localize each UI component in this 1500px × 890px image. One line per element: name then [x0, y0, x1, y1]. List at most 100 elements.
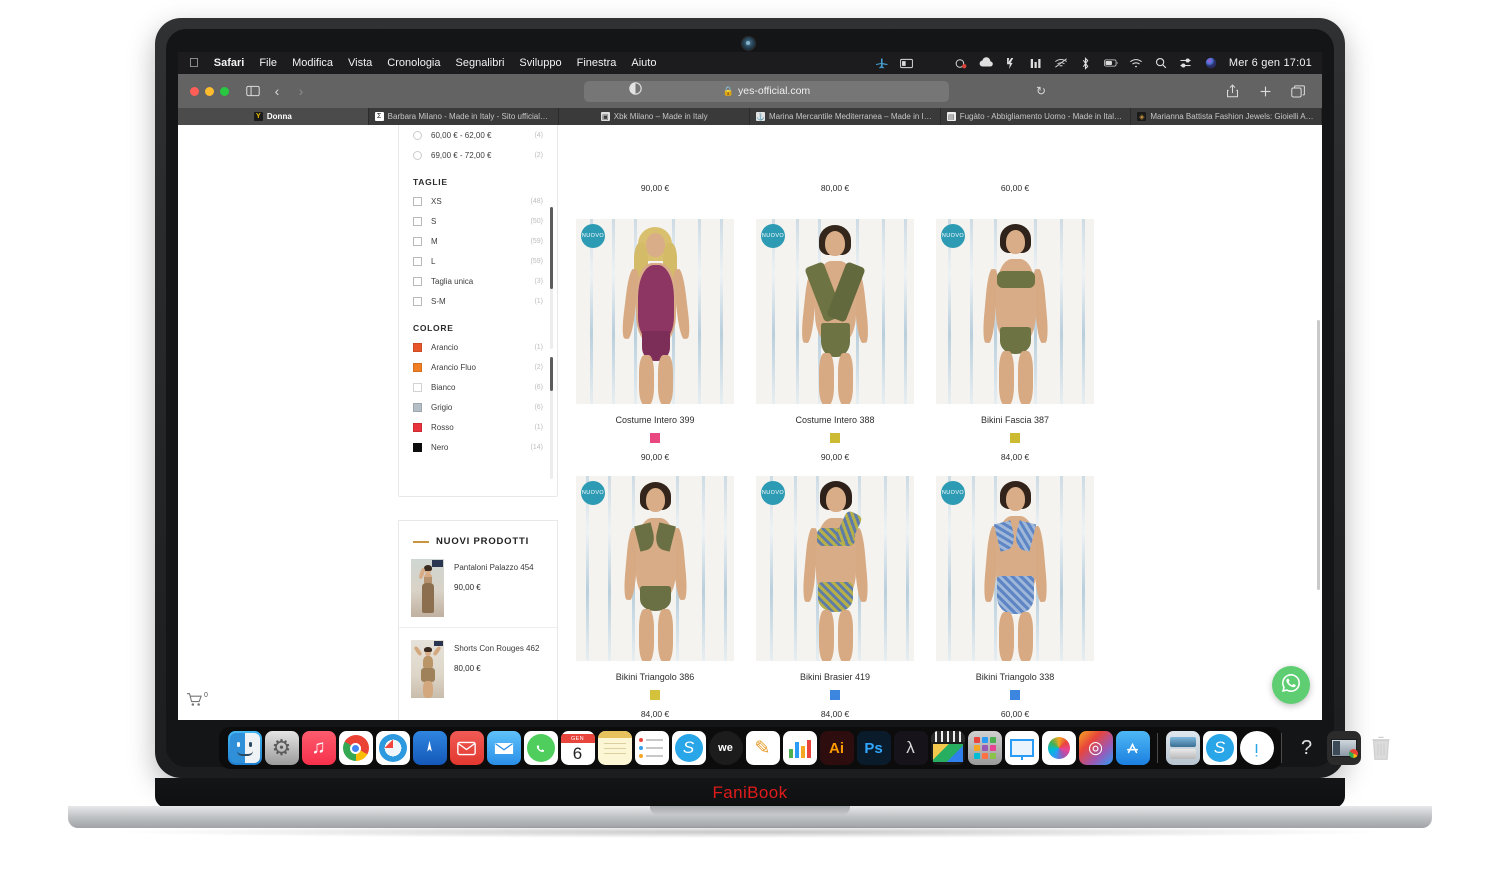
checkbox-icon[interactable] — [413, 216, 422, 226]
product-card[interactable]: 90,00 € — [576, 125, 734, 193]
product-name[interactable]: Costume Intero 388 — [756, 415, 914, 425]
product-name[interactable]: Bikini Triangolo 338 — [936, 672, 1094, 682]
dock-item-airmail[interactable] — [449, 731, 484, 765]
product-card-bikini-triangolo-338[interactable]: NUOVO Bikini Triangolo 338 60,00 € — [936, 476, 1094, 719]
price-filter-row[interactable]: 69,00 € - 72,00 € (2) — [413, 145, 543, 165]
color-swatch-icon[interactable] — [413, 342, 422, 352]
dock-item-safari[interactable] — [375, 731, 410, 765]
menu-item-cronologia[interactable]: Cronologia — [387, 57, 440, 69]
dock-item-final-cut[interactable] — [930, 731, 965, 765]
stats-icon[interactable] — [1029, 56, 1043, 70]
dropbox-icon[interactable] — [954, 56, 968, 70]
dock-item-skype[interactable]: S — [671, 731, 706, 765]
product-image[interactable]: NUOVO — [576, 476, 734, 661]
back-arrow-icon[interactable]: ‹ — [267, 81, 287, 101]
dock-item-reminders[interactable] — [634, 731, 669, 765]
minimize-window-button[interactable] — [205, 86, 214, 96]
menu-item-modifica[interactable]: Modifica — [292, 57, 333, 69]
product-card[interactable]: 60,00 € — [936, 125, 1094, 193]
dock-item-launchpad[interactable] — [967, 731, 1002, 765]
new-product-name[interactable]: Shorts Con Rouges 462 — [454, 644, 539, 653]
menu-item-safari[interactable]: Safari — [214, 57, 245, 69]
dock-item-screenshot-folder[interactable] — [1326, 731, 1361, 765]
dock-item-music[interactable]: ♫ — [301, 731, 336, 765]
new-product-name[interactable]: Pantaloni Palazzo 454 — [454, 563, 534, 572]
whatsapp-chat-button[interactable] — [1272, 666, 1310, 704]
control-center-icon[interactable] — [1179, 56, 1193, 70]
dock-item-app-store[interactable] — [1115, 731, 1150, 765]
product-color-swatch-icon[interactable] — [1010, 433, 1020, 443]
browser-tab-marianna-battista[interactable]: ◈ Marianna Battista Fashion Jewels: Gioi… — [1131, 108, 1322, 125]
browser-tab-marina-mercantile[interactable]: ⚓ Marina Mercantile Mediterranea – Made … — [750, 108, 941, 125]
zoom-window-button[interactable] — [220, 86, 229, 96]
sizes-scrollbar-thumb[interactable] — [550, 207, 553, 289]
dock-item-wacom[interactable]: ᴉ — [1239, 731, 1274, 765]
color-swatch-icon[interactable] — [413, 422, 422, 432]
product-image[interactable]: NUOVO — [936, 476, 1094, 661]
product-color-swatch-icon[interactable] — [830, 690, 840, 700]
dock-item-system-preferences[interactable]: ⚙ — [264, 731, 299, 765]
dock-item-skype-2[interactable]: S — [1202, 731, 1237, 765]
battery-icon[interactable] — [1103, 56, 1118, 70]
size-filter-s-m[interactable]: S-M (1) — [413, 291, 543, 311]
color-swatch-icon[interactable] — [413, 402, 422, 412]
color-swatch-icon[interactable] — [413, 382, 422, 392]
color-filter-arancio-fluo[interactable]: Arancio Fluo (2) — [413, 357, 543, 377]
size-filter-s[interactable]: S (50) — [413, 211, 543, 231]
browser-tab-fugato[interactable]: ▤ Fugàto - Abbigliamento Uomo - Made in … — [941, 108, 1132, 125]
dock-item-trash[interactable] — [1364, 731, 1398, 765]
product-image[interactable]: NUOVO — [576, 219, 734, 404]
dock-item-photoshop[interactable]: Ps — [856, 731, 891, 765]
dock-item-help[interactable]: ? — [1290, 731, 1324, 765]
cloud-icon[interactable] — [979, 56, 993, 70]
color-filter-grigio[interactable]: Grigio (6) — [413, 397, 543, 417]
menu-item-vista[interactable]: Vista — [348, 57, 372, 69]
shopping-cart-icon[interactable] — [186, 692, 203, 712]
share-icon[interactable] — [1222, 81, 1242, 101]
menu-item-finestra[interactable]: Finestra — [577, 57, 617, 69]
dock-item-spark-mail[interactable] — [412, 731, 447, 765]
dock-item-mail[interactable] — [486, 731, 521, 765]
product-name[interactable]: Bikini Brasier 419 — [756, 672, 914, 682]
checkbox-icon[interactable] — [413, 256, 422, 266]
size-filter-taglia-unica[interactable]: Taglia unica (3) — [413, 271, 543, 291]
dock-item-pages[interactable]: ✎ — [745, 731, 780, 765]
product-color-swatch-icon[interactable] — [830, 433, 840, 443]
product-card-costume-intero-388[interactable]: NUOVO Costume Intero 388 90,00 € — [756, 219, 914, 462]
dock-item-illustrator[interactable]: Ai — [819, 731, 854, 765]
size-filter-l[interactable]: L (59) — [413, 251, 543, 271]
menu-item-aiuto[interactable]: Aiuto — [631, 57, 656, 69]
product-card-bikini-triangolo-386[interactable]: NUOVO Bikini Triangolo 386 84,00 € — [576, 476, 734, 719]
checkbox-icon[interactable] — [413, 296, 422, 306]
dock-item-numbers[interactable] — [782, 731, 817, 765]
sidebar-icon[interactable] — [243, 81, 263, 101]
forward-arrow-icon[interactable]: › — [291, 81, 311, 101]
browser-tab-barbara-milano[interactable]: Σ Barbara Milano - Made in Italy - Sito … — [369, 108, 560, 125]
checkbox-icon[interactable] — [413, 276, 422, 286]
dock-item-notes[interactable] — [597, 731, 632, 765]
size-filter-xs[interactable]: XS (48) — [413, 191, 543, 211]
dock-item-whatsapp[interactable] — [523, 731, 558, 765]
product-color-swatch-icon[interactable] — [650, 690, 660, 700]
radio-icon[interactable] — [413, 130, 422, 140]
bluetooth-icon[interactable] — [1079, 56, 1093, 70]
colors-scrollbar-thumb[interactable] — [550, 357, 553, 391]
product-name[interactable]: Costume Intero 399 — [576, 415, 734, 425]
menu-bar-clock[interactable]: Mer 6 gen 17:01 — [1229, 57, 1312, 69]
cart-widget[interactable]: 0 — [186, 692, 208, 712]
close-window-button[interactable] — [190, 86, 199, 96]
menu-item-sviluppo[interactable]: Sviluppo — [519, 57, 561, 69]
reader-view-icon[interactable] — [629, 82, 642, 100]
wifi-icon[interactable] — [1129, 56, 1143, 70]
product-card-bikini-fascia-387[interactable]: NUOVO Bikini Fascia 387 84,00 € — [936, 219, 1094, 462]
siri-icon[interactable] — [1204, 56, 1218, 70]
new-product-item[interactable]: Shorts Con Rouges 462 80,00 € — [399, 628, 557, 708]
checkbox-icon[interactable] — [413, 196, 422, 206]
tab-overview-icon[interactable] — [1288, 81, 1308, 101]
dock-item-acrobat[interactable]: λ — [893, 731, 928, 765]
product-color-swatch-icon[interactable] — [1010, 690, 1020, 700]
dock-item-wetransfer[interactable]: we — [708, 731, 743, 765]
dock-item-downloads-stack[interactable] — [1165, 731, 1200, 765]
adobe-icon[interactable] — [1004, 56, 1018, 70]
dock-item-photos[interactable] — [1041, 731, 1076, 765]
